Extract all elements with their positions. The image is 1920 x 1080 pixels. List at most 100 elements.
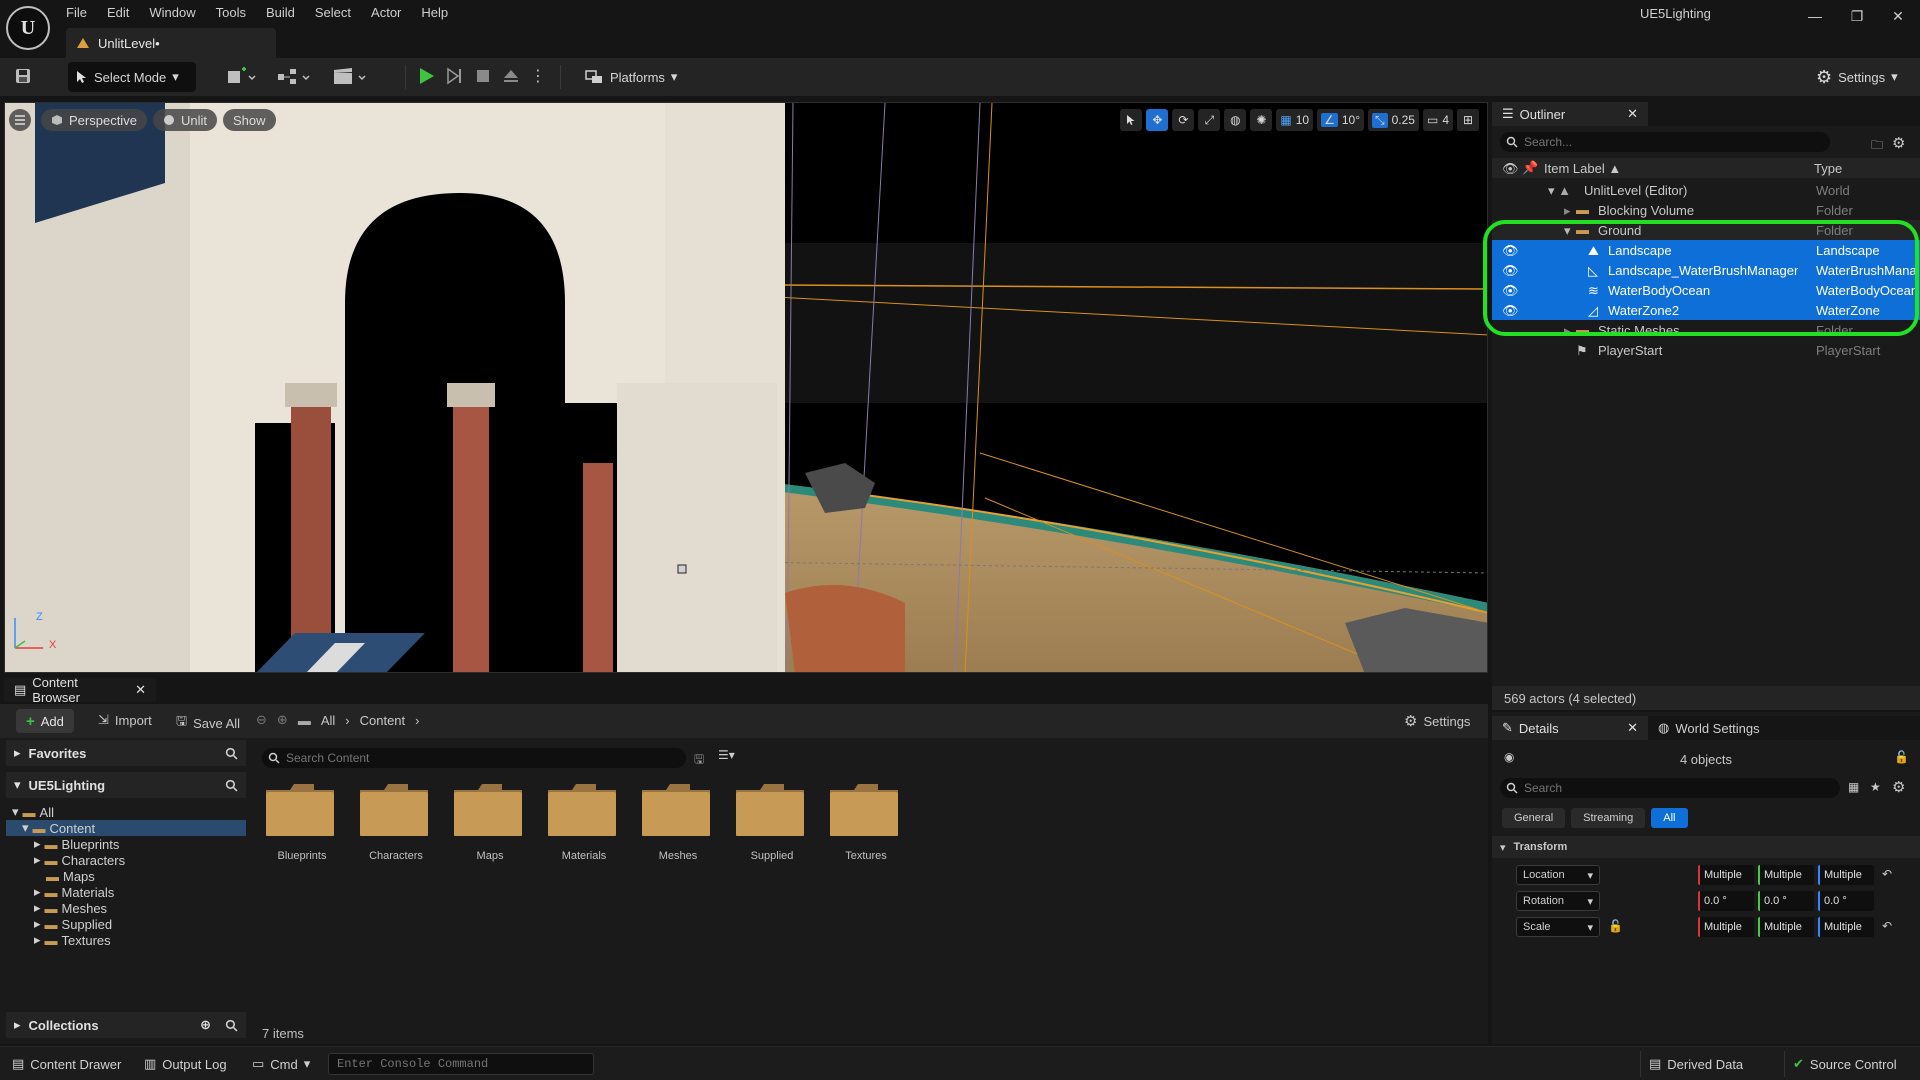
favorites-header[interactable]: ▸ Favorites — [6, 740, 246, 766]
output-log-button[interactable]: ▥ Output Log — [136, 1051, 235, 1077]
scale-y-field[interactable]: Multiple — [1758, 917, 1814, 937]
level-viewport[interactable]: Z X Perspective Unlit Show ✥ ⟳ ⤢ ◍ ✺ ▦ 10… — [4, 102, 1488, 673]
asset-folder-meshes[interactable]: Meshes — [640, 782, 716, 862]
add-folder-icon[interactable]: 🗀 — [1871, 136, 1883, 157]
outliner-row-folder[interactable]: ▸ ▬ Blocking Volume Folder — [1492, 200, 1920, 220]
derived-data-button[interactable]: ▤ Derived Data — [1640, 1051, 1751, 1077]
save-all-button[interactable]: 🖫 Save All — [176, 712, 240, 734]
outliner-row-world[interactable]: ▾ ▲ UnlitLevel (Editor) World — [1492, 180, 1920, 200]
asset-folder-supplied[interactable]: Supplied — [734, 782, 810, 862]
add-collection-icon[interactable]: ⊕ — [200, 1017, 211, 1033]
transform-section-header[interactable]: ▾ Transform — [1492, 836, 1920, 858]
outliner-tab[interactable]: ☰ Outliner ✕ — [1492, 102, 1648, 126]
grid-snap-button[interactable]: ▦ 10 — [1276, 109, 1314, 131]
outliner-row[interactable]: ⚑ PlayerStart PlayerStart — [1492, 340, 1920, 360]
scale-x-field[interactable]: Multiple — [1698, 917, 1754, 937]
tree-item-materials[interactable]: ▸ ▬ Materials — [6, 884, 246, 900]
rotation-y-field[interactable]: 0.0 ° — [1758, 891, 1814, 911]
menu-select[interactable]: Select — [315, 5, 363, 20]
cinematics-icon[interactable] — [332, 66, 368, 86]
save-search-icon[interactable]: 🖫 — [694, 750, 704, 771]
search-icon[interactable] — [225, 1019, 238, 1032]
select-mode-dropdown[interactable]: Select Mode ▾ — [68, 62, 196, 92]
view-mode-button[interactable]: Unlit — [153, 109, 218, 131]
add-actor-icon[interactable] — [226, 66, 256, 86]
maximize-button[interactable]: ❐ — [1837, 6, 1877, 26]
add-button[interactable]: + Add — [16, 709, 74, 733]
console-command-input[interactable] — [328, 1053, 594, 1075]
minimize-button[interactable]: — — [1795, 6, 1835, 26]
scale-z-field[interactable]: Multiple — [1818, 917, 1874, 937]
details-search-input[interactable] — [1524, 781, 1824, 795]
scale-tool-icon[interactable]: ⤢ — [1198, 109, 1221, 131]
play-icon[interactable] — [418, 66, 436, 86]
rotate-tool-icon[interactable]: ⟳ — [1172, 109, 1195, 131]
content-drawer-button[interactable]: ▤ Content Drawer — [4, 1051, 129, 1077]
visibility-eye-icon[interactable]: 👁 — [1502, 263, 1519, 279]
location-y-field[interactable]: Multiple — [1758, 865, 1814, 885]
gear-icon[interactable]: ⚙ — [1892, 134, 1905, 152]
project-header[interactable]: ▾ UE5Lighting — [6, 772, 246, 798]
search-icon[interactable] — [225, 747, 238, 760]
tree-item-meshes[interactable]: ▸ ▬ Meshes — [6, 900, 246, 916]
path-all[interactable]: All — [321, 713, 335, 728]
gear-icon[interactable]: ⚙ — [1892, 778, 1905, 796]
outliner-row-selected[interactable]: 👁 ◿ WaterZone2 WaterZone — [1492, 300, 1920, 320]
menu-help[interactable]: Help — [421, 5, 460, 20]
import-button[interactable]: ⇲ Import — [98, 712, 152, 728]
source-control-button[interactable]: ✔ Source Control — [1784, 1051, 1905, 1077]
content-search-input[interactable] — [286, 751, 676, 765]
tree-item-characters[interactable]: ▸ ▬ Characters — [6, 852, 246, 868]
content-browser-tab[interactable]: ▤ Content Browser ✕ — [4, 675, 156, 705]
visibility-eye-icon[interactable]: 👁 — [1502, 243, 1519, 259]
outliner-row-folder[interactable]: ▾ ▬ Ground Folder — [1492, 220, 1920, 240]
item-label-column[interactable]: Item Label ▲ — [1544, 161, 1621, 176]
asset-folder-textures[interactable]: Textures — [828, 782, 904, 862]
chevron-right-icon[interactable]: › — [415, 713, 419, 728]
save-icon[interactable] — [14, 67, 32, 85]
back-icon[interactable]: ⊖ — [256, 712, 267, 728]
asset-folder-characters[interactable]: Characters — [358, 782, 434, 862]
select-tool-icon[interactable] — [1120, 109, 1143, 131]
scale-dropdown[interactable]: Scale ▾ — [1516, 917, 1600, 937]
unreal-logo[interactable]: U — [6, 6, 50, 50]
viewport-menu-button[interactable] — [9, 109, 31, 131]
filter-all[interactable]: All — [1651, 808, 1688, 828]
close-window-button[interactable]: ✕ — [1878, 6, 1918, 26]
rotation-snap-button[interactable]: ∠ 10° — [1317, 109, 1364, 131]
stop-icon[interactable] — [474, 66, 492, 86]
tree-item-textures[interactable]: ▸ ▬ Textures — [6, 932, 246, 948]
tree-item-all[interactable]: ▾ ▬ All — [6, 804, 246, 820]
lock-icon[interactable]: 🔓 — [1894, 750, 1909, 764]
eject-icon[interactable] — [502, 66, 520, 86]
level-tab[interactable]: UnlitLevel• — [66, 28, 276, 58]
reset-icon[interactable]: ↶ — [1882, 919, 1892, 933]
details-search[interactable] — [1500, 778, 1840, 798]
close-icon[interactable]: ✕ — [1627, 720, 1638, 736]
tree-item-content[interactable]: ▾ ▬ Content — [6, 820, 246, 836]
location-x-field[interactable]: Multiple — [1698, 865, 1754, 885]
menu-window[interactable]: Window — [149, 5, 207, 20]
location-z-field[interactable]: Multiple — [1818, 865, 1874, 885]
tree-item-supplied[interactable]: ▸ ▬ Supplied — [6, 916, 246, 932]
outliner-row-selected[interactable]: 👁 ⛰ Landscape Landscape — [1492, 240, 1920, 260]
outliner-row-selected[interactable]: 👁 ≋ WaterBodyOcean WaterBodyOcean — [1492, 280, 1920, 300]
blueprint-icon[interactable] — [276, 66, 312, 86]
rotation-dropdown[interactable]: Rotation ▾ — [1516, 891, 1600, 911]
menu-build[interactable]: Build — [266, 5, 307, 20]
advance-frame-icon[interactable] — [446, 66, 464, 86]
viewport-layout-icon[interactable]: ⊞ — [1457, 109, 1479, 131]
outliner-row-selected[interactable]: 👁 ◺ Landscape_WaterBrushManager WaterBru… — [1492, 260, 1920, 280]
cmd-dropdown[interactable]: ▭ Cmd ▾ — [244, 1051, 318, 1077]
content-search[interactable] — [262, 748, 686, 768]
camera-speed-button[interactable]: ▭ 4 — [1422, 109, 1453, 131]
tree-item-maps[interactable]: ▬ Maps — [6, 868, 246, 884]
visibility-eye-icon[interactable]: 👁 — [1502, 303, 1519, 319]
close-icon[interactable]: ✕ — [1627, 106, 1638, 122]
close-icon[interactable]: ✕ — [135, 682, 146, 698]
rotation-x-field[interactable]: 0.0 ° — [1698, 891, 1754, 911]
platforms-dropdown[interactable]: Platforms ▾ — [576, 62, 685, 92]
collections-header[interactable]: ▸ Collections ⊕ — [6, 1012, 246, 1038]
type-column[interactable]: Type — [1814, 161, 1842, 176]
asset-folder-maps[interactable]: Maps — [452, 782, 528, 862]
